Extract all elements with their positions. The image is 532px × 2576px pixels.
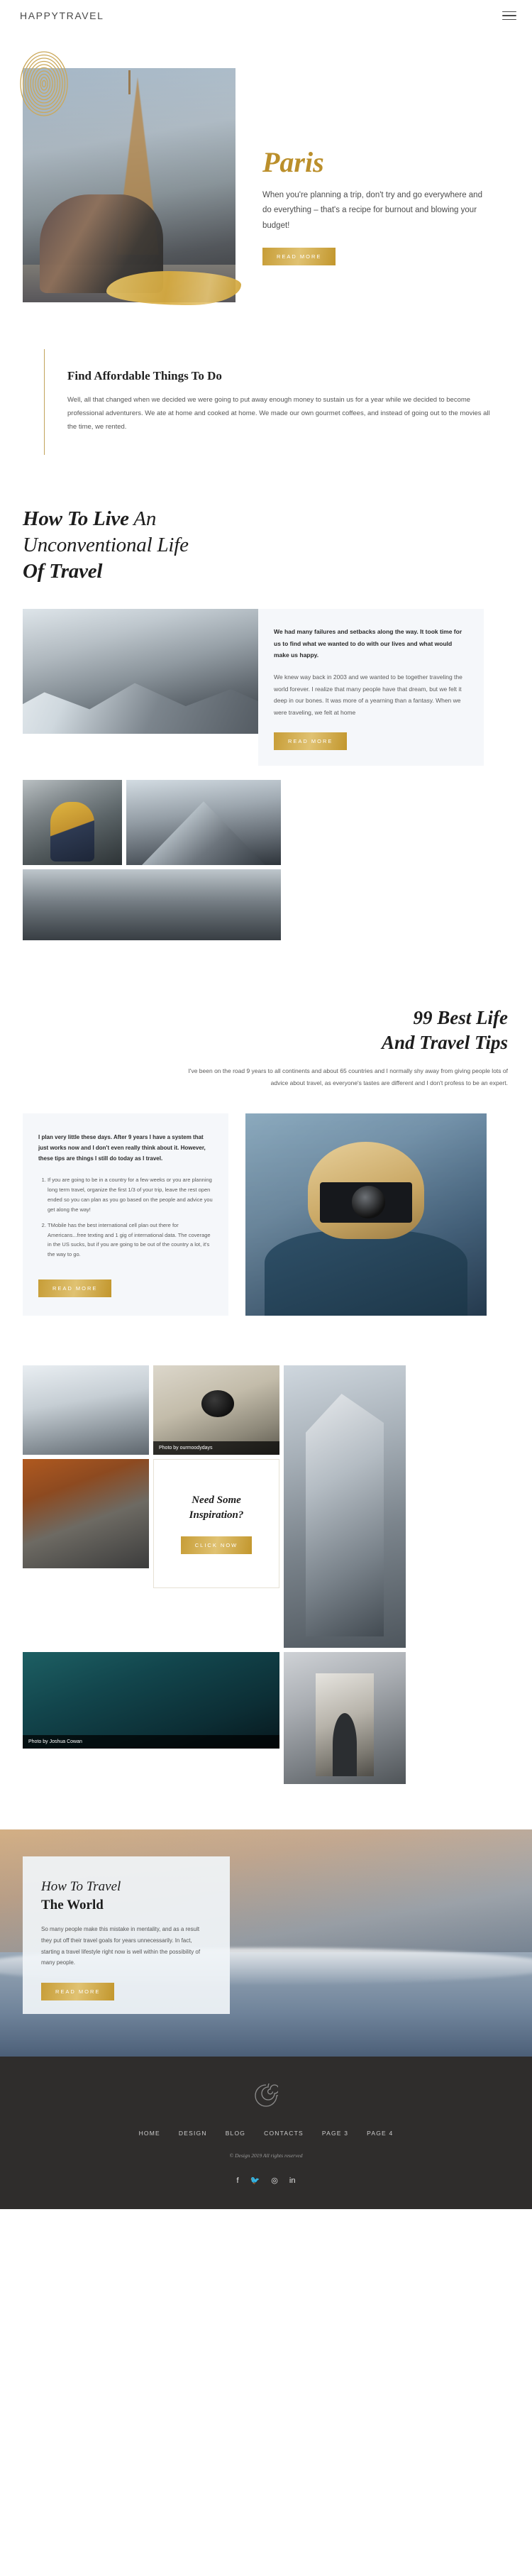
affordable-heading: Find Affordable Things To Do: [67, 369, 222, 382]
gallery-image-ice-cave[interactable]: Photo by Joshua Cowan: [23, 1652, 279, 1749]
wide-landscape-image: [23, 869, 281, 941]
unconventional-lead: We had many failures and setbacks along …: [274, 628, 462, 659]
gallery-column-right: [284, 1365, 406, 1648]
camera-lens: [351, 1186, 386, 1219]
page-root: HAPPYTRAVEL Paris When you're planning a…: [0, 0, 532, 2210]
quote-block: Find Affordable Things To Do Well, all t…: [44, 349, 495, 455]
linkedin-icon[interactable]: in: [289, 2177, 296, 2185]
burger-line: [502, 15, 516, 16]
footer-link-contacts[interactable]: CONTACTS: [264, 2130, 304, 2137]
gallery-caption-map: Photo by ourmoodydays: [153, 1441, 279, 1455]
site-header: HAPPYTRAVEL: [0, 0, 532, 31]
unconventional-row: We had many failures and setbacks along …: [0, 609, 532, 766]
footer-link-design[interactable]: DESIGN: [179, 2130, 207, 2137]
affordable-body: Well, all that changed when we decided w…: [67, 396, 490, 431]
unconventional-section: How To Live An Unconventional Life Of Tr…: [0, 455, 532, 941]
heading-line-3: Of Travel: [23, 560, 103, 583]
gallery-column-left: [23, 1365, 149, 1648]
burger-line: [502, 18, 516, 21]
site-footer: HOME DESIGN BLOG CONTACTS PAGE 3 PAGE 4 …: [0, 2057, 532, 2210]
photographer-body: [265, 1231, 467, 1316]
world-heading-line-1: How To Travel: [41, 1879, 121, 1895]
gallery-image-snow[interactable]: [23, 1365, 149, 1455]
footer-link-home[interactable]: HOME: [139, 2130, 160, 2137]
tips-heading-line-2: And Travel Tips: [382, 1032, 508, 1054]
hiker-image: [23, 780, 122, 866]
hero-title: Paris: [262, 146, 324, 178]
gallery-image-arc-de-triomphe[interactable]: [284, 1652, 406, 1785]
tips-row: I plan very little these days. After 9 y…: [0, 1113, 532, 1316]
footer-link-blog[interactable]: BLOG: [226, 2130, 245, 2137]
tips-header: 99 Best Life And Travel Tips I've been o…: [0, 1006, 532, 1089]
gallery-image-flatiron-building[interactable]: [284, 1365, 406, 1648]
inspiration-click-now-button[interactable]: CLICK NOW: [180, 1536, 253, 1554]
unconventional-body: We knew way back in 2003 and we wanted t…: [274, 673, 462, 716]
tips-section: 99 Best Life And Travel Tips I've been o…: [0, 940, 532, 1316]
list-item: TMobile has the best international cell …: [48, 1221, 213, 1260]
footer-copyright: © Design 2019 All rights reserved: [229, 2152, 303, 2159]
hero-subtitle: When you're planning a trip, don't try a…: [262, 191, 482, 230]
hamburger-menu-icon[interactable]: [502, 9, 516, 23]
list-item: If you are going to be in a country for …: [48, 1175, 213, 1215]
photo-gallery: Photo by ourmoodydays Need Some Inspirat…: [0, 1316, 532, 1785]
hero-section: Paris When you're planning a trip, don't…: [0, 31, 532, 305]
tips-heading: 99 Best Life And Travel Tips: [0, 1006, 508, 1055]
heading-part-italic: An: [128, 507, 157, 530]
affordable-section: Find Affordable Things To Do Well, all t…: [0, 294, 532, 455]
footer-link-page-3[interactable]: PAGE 3: [322, 2130, 348, 2137]
inspiration-card: Need Some Inspiration? CLICK NOW: [153, 1459, 279, 1589]
facebook-icon[interactable]: f: [237, 2177, 239, 2185]
world-heading: How To Travel The World: [41, 1878, 211, 1914]
heading-part-bold: How To Live: [23, 507, 129, 530]
spiral-logo-icon: [255, 2078, 286, 2107]
tips-lead: I plan very little these days. After 9 y…: [38, 1133, 206, 1162]
gallery-image-map[interactable]: Photo by ourmoodydays: [153, 1365, 279, 1455]
site-logo-text[interactable]: HAPPYTRAVEL: [20, 10, 104, 21]
inspiration-line-1: Need Some: [192, 1495, 241, 1507]
unconventional-photo-row-2: [0, 869, 532, 941]
unconventional-heading: How To Live An Unconventional Life Of Tr…: [0, 506, 532, 585]
gallery-image-desert-road[interactable]: [23, 1459, 149, 1569]
gallery-caption-cave: Photo by Joshua Cowan: [23, 1735, 279, 1749]
gallery-row-2: Photo by Joshua Cowan: [23, 1652, 509, 1785]
twitter-icon[interactable]: 🐦: [250, 2177, 260, 2185]
how-to-travel-world-section: How To Travel The World So many people m…: [0, 1829, 532, 2057]
gallery-row: Photo by ourmoodydays Need Some Inspirat…: [23, 1365, 509, 1648]
gold-brush-stroke: [106, 271, 241, 305]
hero-read-more-button[interactable]: READ MORE: [262, 247, 336, 265]
world-read-more-button[interactable]: READ MORE: [41, 1982, 115, 2000]
unconventional-read-more-button[interactable]: READ MORE: [274, 732, 348, 751]
footer-social-links: f 🐦 ◎ in: [0, 2177, 532, 2185]
instagram-icon[interactable]: ◎: [271, 2177, 278, 2185]
tips-panel: I plan very little these days. After 9 y…: [23, 1113, 228, 1316]
inspiration-line-2: Inspiration?: [189, 1509, 244, 1521]
world-body: So many people make this mistake in ment…: [41, 1926, 201, 1966]
unconventional-photo-row: [0, 780, 532, 866]
footer-link-page-4[interactable]: PAGE 4: [367, 2130, 393, 2137]
inspiration-heading: Need Some Inspiration?: [189, 1493, 244, 1522]
hero-text-block: Paris When you're planning a trip, don't…: [262, 148, 497, 265]
world-heading-line-2: The World: [41, 1897, 104, 1912]
heading-line-2: Unconventional Life: [23, 534, 189, 557]
footer-nav: HOME DESIGN BLOG CONTACTS PAGE 3 PAGE 4: [0, 2130, 532, 2137]
spiral-decoration-icon: [20, 51, 68, 116]
mountain-image: [23, 609, 258, 734]
tips-read-more-button[interactable]: READ MORE: [38, 1279, 112, 1298]
tips-list: If you are going to be in a country for …: [48, 1175, 213, 1260]
gallery-column-middle: Photo by ourmoodydays Need Some Inspirat…: [153, 1365, 279, 1648]
tips-heading-line-1: 99 Best Life: [413, 1007, 508, 1029]
unconventional-text-panel: We had many failures and setbacks along …: [258, 609, 484, 766]
peak-image: [126, 780, 281, 866]
burger-line: [502, 11, 516, 13]
tips-intro: I've been on the road 9 years to all con…: [188, 1067, 508, 1087]
world-text-card: How To Travel The World So many people m…: [23, 1856, 230, 2015]
photographer-image: [245, 1113, 487, 1316]
